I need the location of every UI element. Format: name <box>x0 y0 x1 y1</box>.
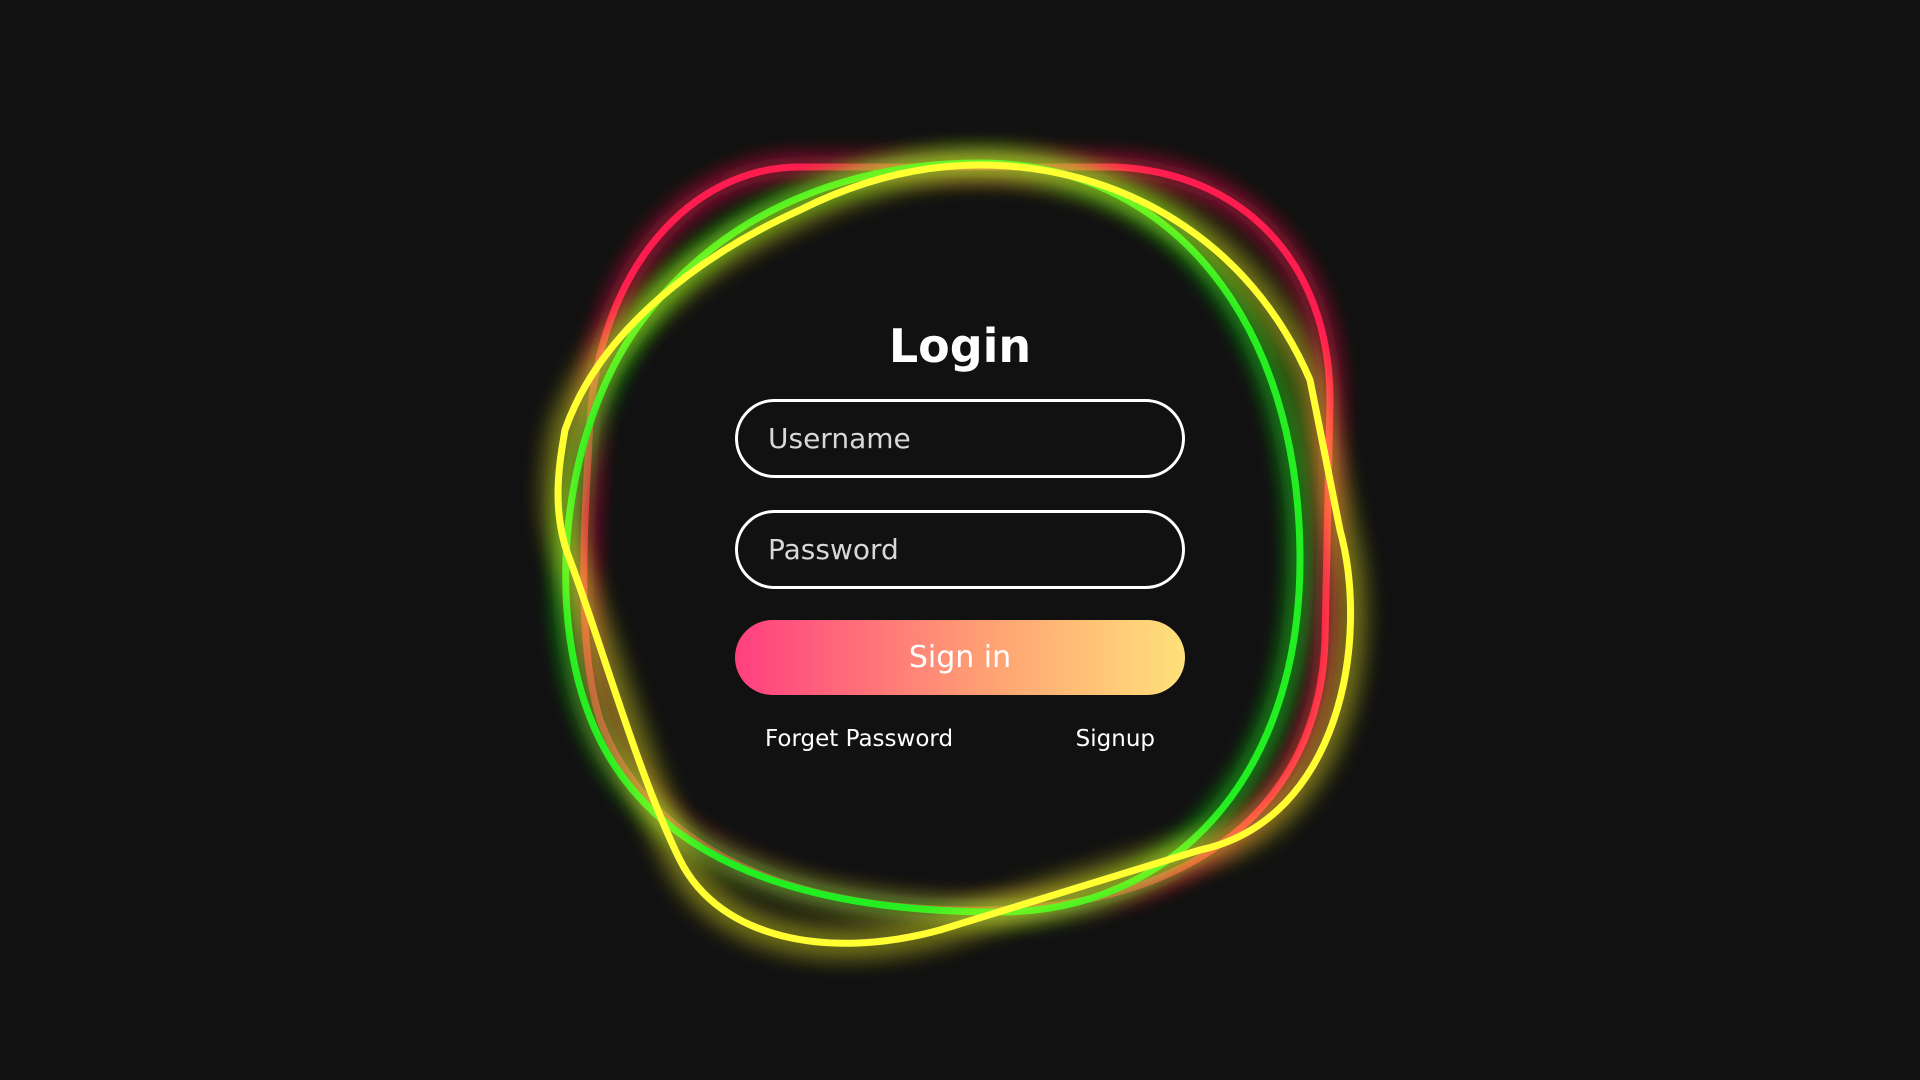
login-form: Login Sign in Forget Password Signup <box>735 310 1185 752</box>
signin-button[interactable]: Sign in <box>735 620 1185 695</box>
login-title: Login <box>888 319 1032 373</box>
login-page: Login Sign in Forget Password Signup <box>0 0 1920 1080</box>
forgot-password-link[interactable]: Forget Password <box>765 726 953 752</box>
signup-link[interactable]: Signup <box>1076 726 1155 752</box>
password-input[interactable] <box>735 510 1185 589</box>
username-input[interactable] <box>735 399 1185 478</box>
auth-links: Forget Password Signup <box>765 726 1155 752</box>
